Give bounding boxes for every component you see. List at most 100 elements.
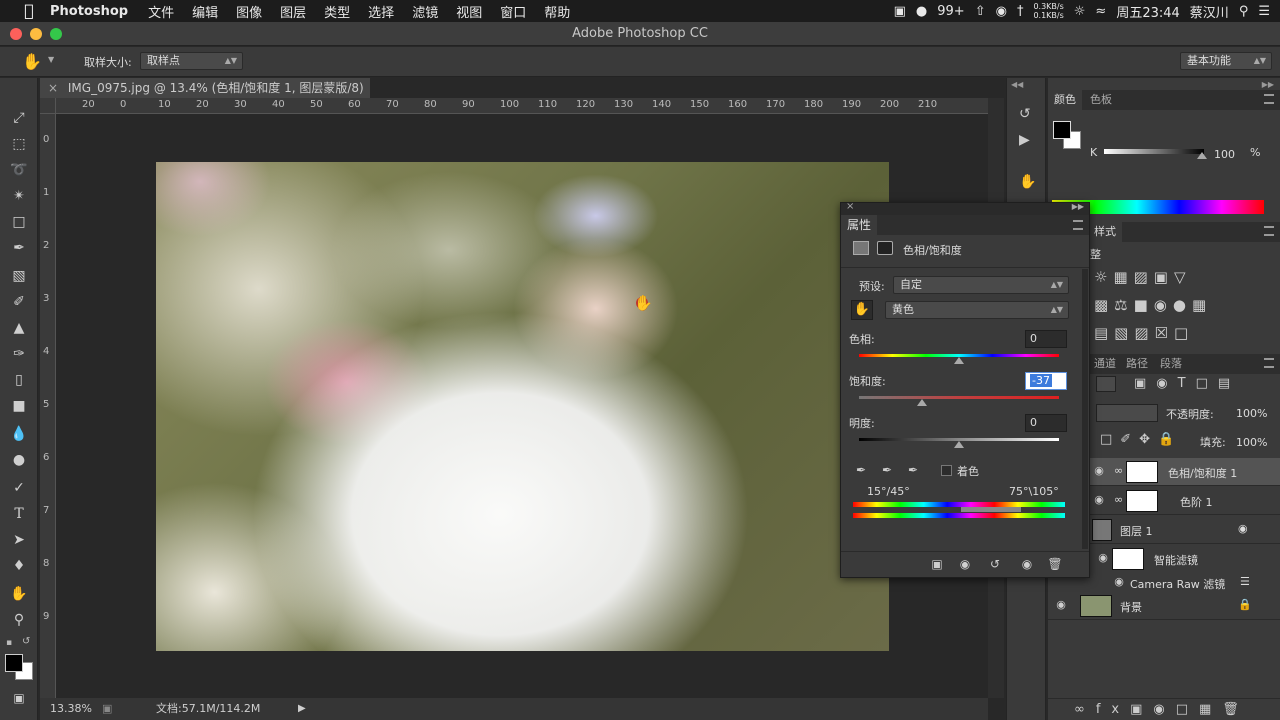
link-icon[interactable]: ∞	[1114, 493, 1123, 506]
history-icon[interactable]: ↺	[1019, 106, 1031, 122]
colorize-checkbox[interactable]	[941, 465, 952, 476]
status-menu-arrow-icon[interactable]: ▶	[298, 700, 306, 718]
link-icon[interactable]: ∞	[1114, 464, 1123, 477]
menu-window[interactable]: 窗口	[500, 2, 526, 21]
magic-wand-tool-icon[interactable]: ✴	[9, 186, 29, 206]
menu-type[interactable]: 类型	[324, 2, 350, 21]
history-brush-tool-icon[interactable]: ✑	[9, 344, 29, 364]
eye-icon[interactable]: ◉	[1092, 493, 1106, 507]
k-slider-knob[interactable]	[1197, 152, 1207, 159]
close-tab-icon[interactable]: ×	[48, 81, 58, 95]
mask-icon[interactable]	[877, 241, 893, 255]
image-canvas[interactable]: ✋	[156, 162, 889, 651]
menu-edit[interactable]: 编辑	[192, 2, 218, 21]
tab-channels[interactable]: 通道	[1088, 354, 1122, 374]
smart-filter-mask-thumbnail[interactable]	[1112, 548, 1144, 570]
cloud-icon[interactable]: ☼	[1074, 4, 1086, 19]
eyedropper-minus-icon[interactable]: ✒	[905, 462, 921, 478]
weibo-icon[interactable]: ◉	[996, 4, 1007, 19]
apple-icon[interactable]: 	[20, 2, 38, 20]
horizontal-ruler[interactable]: 20 0 10 20 30 40 50 60 70 80 90 100 110 120 130 140 150 1…	[56, 98, 988, 114]
upload-icon[interactable]: ⇧	[975, 4, 986, 19]
status-toggle-icon[interactable]: ▣	[102, 700, 112, 718]
sample-size-select[interactable]: 取样点 ▲▼	[140, 52, 243, 70]
wechat-icon[interactable]: ●	[916, 4, 927, 19]
crop-tool-icon[interactable]: □	[9, 212, 29, 232]
tab-swatches[interactable]: 色板	[1084, 90, 1118, 110]
menu-select[interactable]: 选择	[368, 2, 394, 21]
eyedropper-tool-icon[interactable]: ✒	[9, 238, 29, 258]
lock-icons[interactable]: □✐✥🔒	[1100, 432, 1182, 447]
eye-icon[interactable]: ◉	[1112, 575, 1126, 589]
clock[interactable]: 周五23:44	[1116, 2, 1179, 21]
battery-badge[interactable]: 99+	[937, 4, 964, 19]
channel-select[interactable]: 黄色 ▲▼	[885, 301, 1069, 319]
brush-tool-icon[interactable]: ✐	[9, 292, 29, 312]
filter-options-icon[interactable]: ☰	[1240, 575, 1250, 588]
minimize-window-button[interactable]	[30, 28, 42, 40]
blend-mode-select[interactable]	[1096, 404, 1158, 422]
tab-paragraph[interactable]: 段落	[1154, 354, 1188, 374]
foreground-color-swatch[interactable]	[5, 654, 23, 672]
shape-tool-icon[interactable]: ♦	[9, 556, 29, 576]
path-selection-tool-icon[interactable]: ➤	[9, 530, 29, 550]
eyedropper-icon[interactable]: ✒	[853, 462, 869, 478]
panel-menu-icon[interactable]	[1264, 358, 1274, 368]
panel-menu-icon[interactable]	[1264, 226, 1274, 236]
zoom-window-button[interactable]	[50, 28, 62, 40]
actions-play-icon[interactable]: ▶	[1019, 132, 1030, 148]
zoom-level[interactable]: 13.38%	[50, 700, 92, 718]
tab-properties[interactable]: 属性	[841, 215, 878, 235]
close-window-button[interactable]	[10, 28, 22, 40]
menu-image[interactable]: 图像	[236, 2, 262, 21]
hand-tool-preset-icon[interactable]: ✋	[22, 52, 42, 71]
app-menu[interactable]: Photoshop	[50, 4, 128, 19]
adjustment-icons-row-1[interactable]: ☼▦▨▣▽	[1094, 268, 1192, 286]
saturation-input[interactable]: -37	[1025, 372, 1067, 390]
layer-mask-thumbnail[interactable]	[1126, 461, 1158, 483]
adjustment-icon[interactable]	[853, 241, 869, 255]
layer-filter-icons[interactable]: ▣◉T□▤	[1134, 376, 1240, 391]
tab-styles[interactable]: 样式	[1088, 222, 1122, 242]
user-name[interactable]: 蔡汉川	[1190, 2, 1229, 21]
layer-mask-thumbnail[interactable]	[1126, 490, 1158, 512]
visibility-eye-icon[interactable]: ◉	[1019, 556, 1035, 572]
adjustment-icons-row-2[interactable]: ▩⚖■◉●▦	[1094, 296, 1212, 314]
tool-presets-icon[interactable]: ✋	[1019, 174, 1036, 190]
panel-menu-icon[interactable]	[1073, 220, 1083, 230]
panel-menu-icon[interactable]	[1264, 94, 1274, 104]
color-panel-foreground-swatch[interactable]	[1053, 121, 1071, 139]
screen-record-icon[interactable]: ▣	[894, 4, 906, 19]
saturation-slider-track[interactable]	[859, 396, 1059, 399]
close-icon[interactable]: ×	[846, 201, 854, 212]
marquee-tool-icon[interactable]: ⬚	[9, 134, 29, 154]
smart-filter-indicator-icon[interactable]: ◉	[1238, 522, 1248, 535]
wifi-icon[interactable]: ≈	[1095, 4, 1106, 19]
preset-select[interactable]: 自定 ▲▼	[893, 276, 1069, 294]
view-previous-state-icon[interactable]: ◉	[957, 556, 973, 572]
reset-icon[interactable]: ↺	[987, 556, 1003, 572]
k-value[interactable]: 100	[1214, 148, 1235, 161]
hue-input[interactable]: 0	[1025, 330, 1067, 348]
type-tool-icon[interactable]: T	[9, 504, 29, 524]
eye-icon[interactable]: ◉	[1096, 551, 1110, 565]
vertical-ruler[interactable]: 0 1 2 3 4 5 6 7 8 9	[40, 114, 56, 698]
eyedropper-plus-icon[interactable]: ✒	[879, 462, 895, 478]
ruler-origin[interactable]	[40, 98, 56, 114]
move-tool-icon[interactable]: ⤢	[9, 108, 29, 128]
tool-preset-dropdown-icon[interactable]: ▼	[48, 55, 54, 64]
collapse-arrows-icon[interactable]: ◀◀	[1011, 80, 1023, 89]
tool-icon[interactable]: †	[1017, 4, 1024, 19]
quick-mask-icon[interactable]: ▣	[9, 688, 29, 708]
collapse-arrows-icon[interactable]: ▶▶	[1072, 202, 1084, 211]
layer-thumbnail[interactable]	[1080, 595, 1112, 617]
menu-layer[interactable]: 图层	[280, 2, 306, 21]
menu-help[interactable]: 帮助	[544, 2, 570, 21]
properties-scrollbar[interactable]	[1082, 269, 1088, 549]
default-colors-icon[interactable]: ▪	[6, 638, 12, 648]
eraser-tool-icon[interactable]: ▯	[9, 370, 29, 390]
menu-file[interactable]: 文件	[148, 2, 174, 21]
hand-tool-icon[interactable]: ✋	[9, 584, 29, 604]
swap-colors-icon[interactable]: ↺	[22, 636, 30, 647]
hue-slider-knob[interactable]	[954, 357, 964, 364]
